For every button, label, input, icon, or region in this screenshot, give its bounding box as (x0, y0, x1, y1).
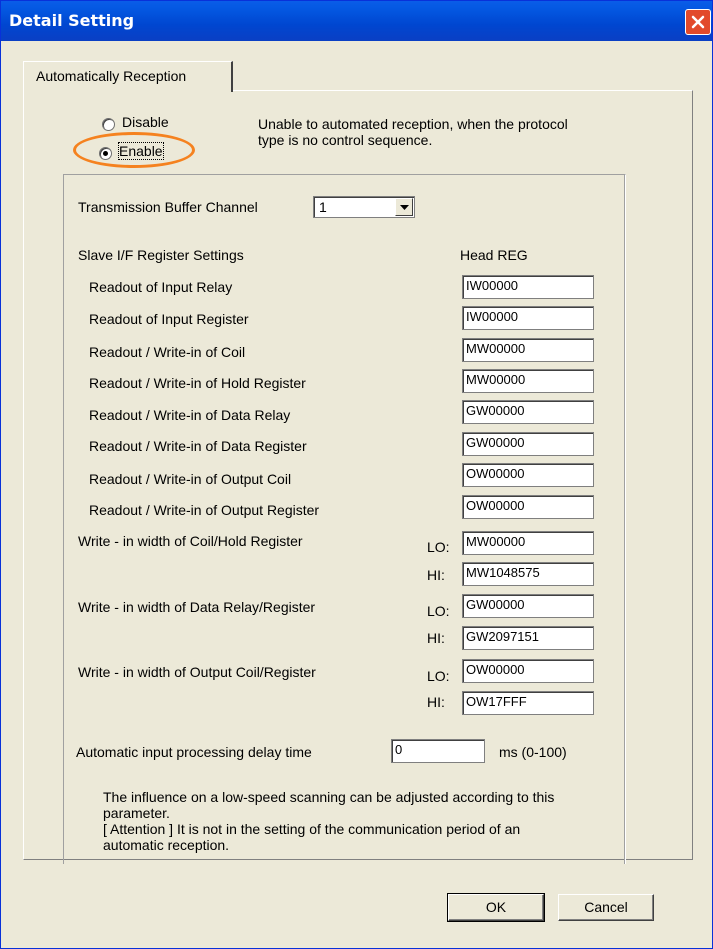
transmission-channel-select[interactable]: 1 (313, 196, 415, 218)
ok-button[interactable]: OK (447, 893, 545, 922)
delay-input[interactable]: 0 (391, 739, 485, 763)
title-bar[interactable]: Detail Setting (1, 1, 712, 41)
lo-label: LO: (427, 603, 450, 619)
register-head-field[interactable]: IW00000 (462, 275, 594, 299)
register-row-label: Readout / Write-in of Output Coil (89, 471, 292, 487)
width-row-label: Write - in width of Data Relay/Register (78, 599, 316, 615)
disable-label: Disable (122, 114, 169, 130)
register-row-label: Readout / Write-in of Output Register (89, 502, 320, 518)
window-title: Detail Setting (9, 11, 135, 30)
dropdown-button[interactable] (395, 198, 413, 216)
hi-label: HI: (427, 694, 445, 710)
register-head-field[interactable]: IW00000 (462, 306, 594, 330)
delay-unit: ms (0-100) (499, 744, 567, 760)
help-text: The influence on a low-speed scanning ca… (103, 789, 555, 853)
hi-label: HI: (427, 630, 445, 646)
width-row-label: Write - in width of Coil/Hold Register (78, 533, 303, 549)
width-hi-field[interactable]: OW17FFF (462, 691, 594, 715)
register-head-field[interactable]: GW00000 (462, 400, 594, 424)
register-head-field[interactable]: GW00000 (462, 432, 594, 456)
lo-label: LO: (427, 539, 450, 555)
register-row-label: Readout / Write-in of Data Register (89, 438, 307, 454)
width-row-label: Write - in width of Output Coil/Register (78, 664, 316, 680)
width-lo-field[interactable]: MW00000 (462, 531, 594, 555)
width-hi-field[interactable]: GW2097151 (462, 626, 594, 650)
hi-label: HI: (427, 567, 445, 583)
close-button[interactable] (685, 9, 711, 35)
width-lo-field[interactable]: OW00000 (462, 659, 594, 683)
reception-note: Unable to automated reception, when the … (258, 116, 568, 148)
transmission-label: Transmission Buffer Channel (78, 199, 258, 215)
register-head-field[interactable]: OW00000 (462, 463, 594, 487)
register-row-label: Readout of Input Register (89, 311, 249, 327)
slave-settings-title: Slave I/F Register Settings (78, 247, 244, 263)
tab-automatically-reception[interactable]: Automatically Reception (23, 61, 233, 92)
register-head-field[interactable]: MW00000 (462, 369, 594, 393)
register-row-label: Readout / Write-in of Coil (89, 344, 246, 360)
chevron-down-icon (400, 205, 409, 210)
close-icon (691, 15, 705, 29)
lo-label: LO: (427, 668, 450, 684)
cancel-button[interactable]: Cancel (558, 894, 654, 921)
disable-radio[interactable] (102, 118, 115, 131)
width-lo-field[interactable]: GW00000 (462, 594, 594, 618)
register-row-label: Readout of Input Relay (89, 279, 233, 295)
width-hi-field[interactable]: MW1048575 (462, 562, 594, 586)
delay-label: Automatic input processing delay time (76, 744, 312, 760)
register-row-label: Readout / Write-in of Hold Register (89, 375, 306, 391)
head-reg-label: Head REG (460, 247, 528, 263)
enable-highlight-annotation (73, 132, 195, 168)
detail-setting-dialog: Detail Setting Automatically Reception D… (0, 0, 713, 949)
tab-label: Automatically Reception (36, 68, 187, 84)
transmission-channel-value: 1 (319, 199, 327, 215)
register-head-field[interactable]: MW00000 (462, 338, 594, 362)
register-head-field[interactable]: OW00000 (462, 495, 594, 519)
register-row-label: Readout / Write-in of Data Relay (89, 407, 291, 423)
